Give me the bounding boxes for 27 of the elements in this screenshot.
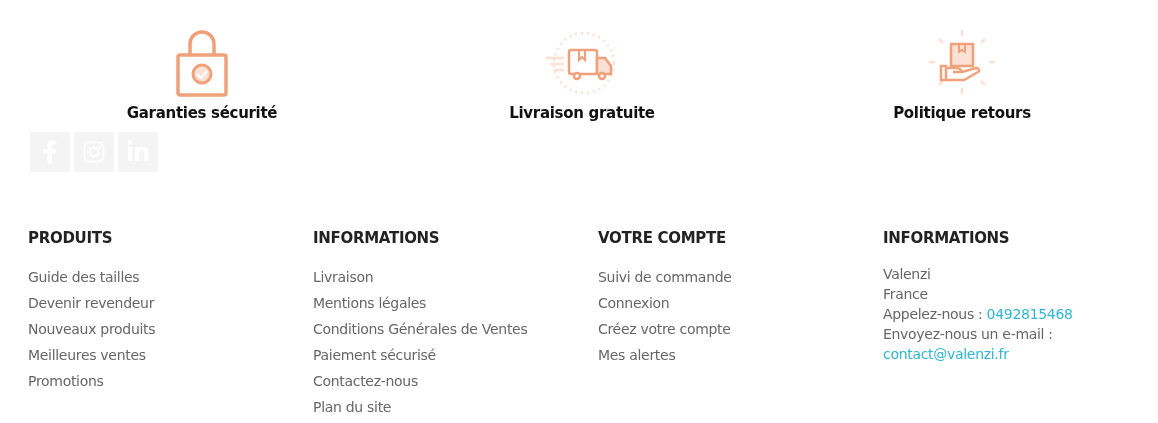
footer-link[interactable]: Meilleures ventes xyxy=(28,342,313,368)
feature-title: Garanties sécurité xyxy=(126,104,278,122)
footer-link[interactable]: Promotions xyxy=(28,368,313,394)
footer-link[interactable]: Nouveaux produits xyxy=(28,316,313,342)
footer-link[interactable]: Connexion xyxy=(598,290,883,316)
footer-link[interactable]: Créez votre compte xyxy=(598,316,883,342)
footer-link[interactable]: Plan du site xyxy=(313,394,598,420)
phone-line: Appelez-nous : 0492815468 xyxy=(883,305,1074,324)
footer-link[interactable]: Conditions Générales de Ventes xyxy=(313,316,598,342)
email-label: Envoyez-nous un e-mail : xyxy=(883,325,1054,344)
feature-title: Politique retours xyxy=(893,104,1031,122)
footer-link[interactable]: Contactez-nous xyxy=(313,368,598,394)
contact-line: Valenzi xyxy=(883,265,932,284)
footer-link[interactable]: Suivi de commande xyxy=(598,264,883,290)
footer-link[interactable]: Paiement sécurisé xyxy=(313,342,598,368)
padlock-icon xyxy=(176,28,228,98)
footer-link[interactable]: Mes alertes xyxy=(598,342,883,368)
column-heading: VOTRE COMPTE xyxy=(598,228,727,248)
contact-line: France xyxy=(883,285,929,304)
feature-title: Livraison gratuite xyxy=(509,104,655,122)
column-heading: PRODUITS xyxy=(28,228,114,248)
footer-link[interactable]: Devenir revendeur xyxy=(28,290,313,316)
footer-link[interactable]: Livraison xyxy=(313,264,598,290)
column-heading: INFORMATIONS xyxy=(883,228,1011,248)
footer-link[interactable]: Mentions légales xyxy=(313,290,598,316)
footer-link[interactable]: Guide des tailles xyxy=(28,264,313,290)
column-heading: INFORMATIONS xyxy=(313,228,441,248)
